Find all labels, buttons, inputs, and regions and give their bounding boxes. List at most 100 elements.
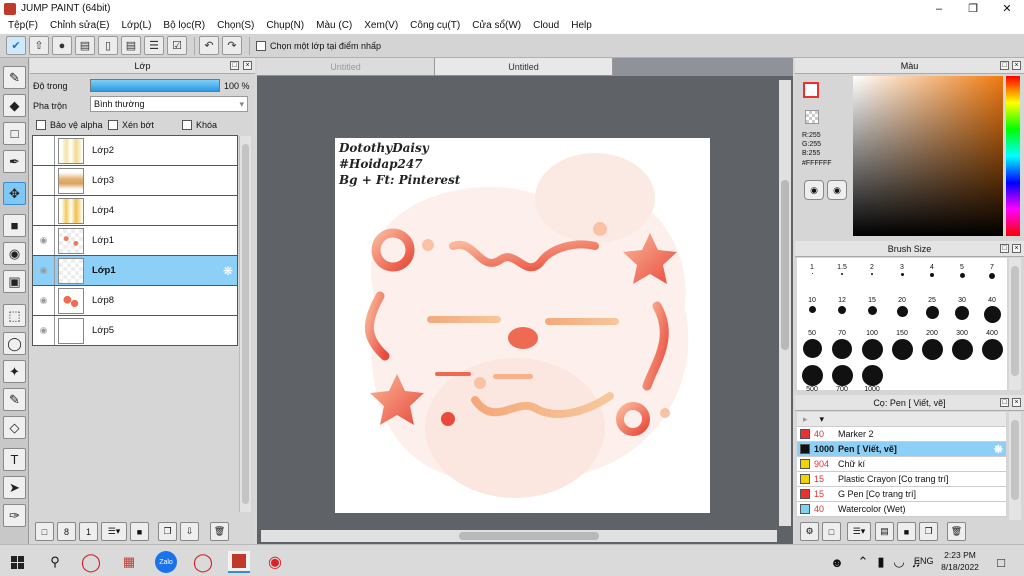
brush-size-option[interactable]: 3: [887, 264, 917, 276]
horizontal-scrollbar-thumb[interactable]: [459, 532, 599, 540]
operation-icon[interactable]: ➤: [3, 476, 26, 499]
brush-size-option[interactable]: 700: [827, 363, 857, 393]
visibility-toggle[interactable]: [33, 166, 55, 195]
opera-gx-icon[interactable]: ◯: [192, 551, 214, 573]
canvas-horizontal-scrollbar[interactable]: [261, 530, 777, 542]
gear-icon[interactable]: ❋: [223, 264, 233, 278]
primary-color-swatch[interactable]: [803, 82, 819, 98]
blend-mode-select[interactable]: Bình thường ▾: [90, 96, 248, 112]
panel-close-icon[interactable]: ×: [1012, 61, 1021, 70]
hue-slider[interactable]: [1006, 76, 1020, 236]
brush-size-option[interactable]: 20: [887, 297, 917, 317]
visibility-toggle[interactable]: [33, 196, 55, 225]
rectangle-icon[interactable]: □: [3, 122, 26, 145]
move-icon[interactable]: ✥: [3, 182, 26, 205]
duplicate-layer-icon[interactable]: ❐: [158, 522, 177, 541]
visibility-toggle[interactable]: ◉: [33, 226, 55, 255]
layer-row-selected[interactable]: ◉ Lớp1 ❋: [32, 256, 238, 286]
brush-size-scrollbar-thumb[interactable]: [1011, 266, 1019, 376]
magic-wand-icon[interactable]: ✦: [3, 360, 26, 383]
panel-float-icon[interactable]: □: [1000, 398, 1009, 407]
brush-size-option[interactable]: 15: [857, 297, 887, 315]
opera-icon[interactable]: ◯: [80, 551, 102, 573]
visibility-toggle[interactable]: ◉: [33, 286, 55, 315]
layer-row[interactable]: Lớp3: [32, 166, 238, 196]
document-icon[interactable]: ▤: [121, 36, 141, 55]
new-layer-icon[interactable]: □: [35, 522, 54, 541]
layer-row[interactable]: Lớp4: [32, 196, 238, 226]
people-icon[interactable]: ☻: [826, 551, 848, 573]
brush-item[interactable]: 15 Plastic Crayon [Cọ trang trí]: [797, 472, 1006, 487]
select-pen-icon[interactable]: ✎: [3, 388, 26, 411]
layer-row[interactable]: ◉ Lớp1: [32, 226, 238, 256]
document-canvas[interactable]: DotothyDaisy #Hoidap247 Bg + Ft: Pintere…: [335, 138, 710, 513]
menu-cloud[interactable]: Cloud: [527, 20, 565, 31]
brush-size-option[interactable]: 100: [857, 330, 887, 360]
menu-window[interactable]: Cửa sổ(W): [466, 20, 527, 31]
canvas-vertical-scrollbar[interactable]: [779, 80, 791, 526]
brush-size-option[interactable]: 50: [797, 330, 827, 358]
pick-layer-checkbox[interactable]: [256, 40, 266, 51]
select-eraser-icon[interactable]: ◇: [3, 416, 26, 439]
search-icon[interactable]: ⚲: [44, 551, 66, 573]
layer-row[interactable]: Lớp2: [32, 136, 238, 166]
transparent-color-swatch[interactable]: [805, 110, 819, 124]
lock-checkbox[interactable]: [182, 120, 192, 130]
layer-row[interactable]: ◉ Lớp5: [32, 316, 238, 346]
language-indicator[interactable]: ENG: [914, 556, 934, 566]
app-grid-icon[interactable]: ▦: [118, 551, 140, 573]
opacity-slider[interactable]: [90, 79, 220, 92]
page-icon[interactable]: ▯: [98, 36, 118, 55]
menu-file[interactable]: Tệp(F): [2, 20, 44, 31]
brush-list-scrollbar-thumb[interactable]: [1011, 420, 1019, 500]
brush-item[interactable]: 40 Watercolor (Wet): [797, 502, 1006, 517]
menu-tools[interactable]: Công cụ(T): [404, 20, 466, 31]
panel-float-icon[interactable]: □: [1000, 61, 1009, 70]
panel-float-icon[interactable]: □: [1000, 244, 1009, 253]
text-icon[interactable]: T: [3, 448, 26, 471]
tab-untitled-2[interactable]: Untitled: [435, 58, 613, 75]
vertical-scrollbar-thumb[interactable]: [781, 180, 789, 350]
clock[interactable]: 2:23 PM 8/18/2022: [940, 549, 980, 573]
eyedropper-icon[interactable]: ✑: [3, 504, 26, 527]
brush-folder-icon[interactable]: ■: [897, 522, 916, 541]
menu-layer[interactable]: Lớp(L): [116, 20, 158, 31]
speech-bubble-icon[interactable]: ●: [52, 36, 72, 55]
fill-rect-icon[interactable]: ■: [3, 214, 26, 237]
brush-list-scrollbar[interactable]: [1009, 412, 1021, 520]
menu-help[interactable]: Help: [565, 20, 598, 31]
brush-duplicate-icon[interactable]: ❐: [919, 522, 938, 541]
brush-size-option[interactable]: 40: [977, 297, 1007, 323]
brush-size-option[interactable]: 70: [827, 330, 857, 359]
protect-alpha-checkbox[interactable]: [36, 120, 46, 130]
brush-size-option[interactable]: 200: [917, 330, 947, 360]
color-picker-square[interactable]: [853, 76, 1003, 236]
panel-close-icon[interactable]: ×: [243, 61, 252, 70]
brush-size-option[interactable]: 10: [797, 297, 827, 313]
menu-filter[interactable]: Bộ lọc(R): [157, 20, 211, 31]
brush-item[interactable]: 904 Chữ kí: [797, 457, 1006, 472]
visibility-toggle[interactable]: ◉: [33, 256, 55, 285]
gear-icon[interactable]: ❋: [994, 443, 1003, 456]
menu-edit[interactable]: Chỉnh sửa(E): [44, 20, 116, 31]
undo-icon[interactable]: ↶: [199, 36, 219, 55]
brush-size-option[interactable]: 2: [857, 264, 887, 275]
comment-icon[interactable]: ▤: [75, 36, 95, 55]
panel-close-icon[interactable]: ×: [1012, 244, 1021, 253]
brush-size-option[interactable]: 1.5: [827, 264, 857, 275]
pen-icon[interactable]: ✒: [3, 150, 26, 173]
eraser-icon[interactable]: ◆: [3, 94, 26, 117]
visibility-toggle[interactable]: ◉: [33, 316, 55, 345]
export-icon[interactable]: ⇧: [29, 36, 49, 55]
panel-float-icon[interactable]: □: [230, 61, 239, 70]
menu-select[interactable]: Chọn(S): [211, 20, 260, 31]
tab-untitled-1[interactable]: Untitled: [257, 58, 435, 75]
brush-size-option[interactable]: 25: [917, 297, 947, 319]
brush-item-selected[interactable]: 1000 Pen [ Viết, vẽ] ❋: [797, 442, 1006, 457]
layer-scrollbar[interactable]: [239, 136, 251, 512]
brush-size-option[interactable]: 1: [797, 264, 827, 274]
checklist-icon[interactable]: ☑: [167, 36, 187, 55]
new-layer-1bit-icon[interactable]: 1: [79, 522, 98, 541]
lasso-icon[interactable]: ◯: [3, 332, 26, 355]
trash-icon[interactable]: 🗑: [947, 522, 966, 541]
